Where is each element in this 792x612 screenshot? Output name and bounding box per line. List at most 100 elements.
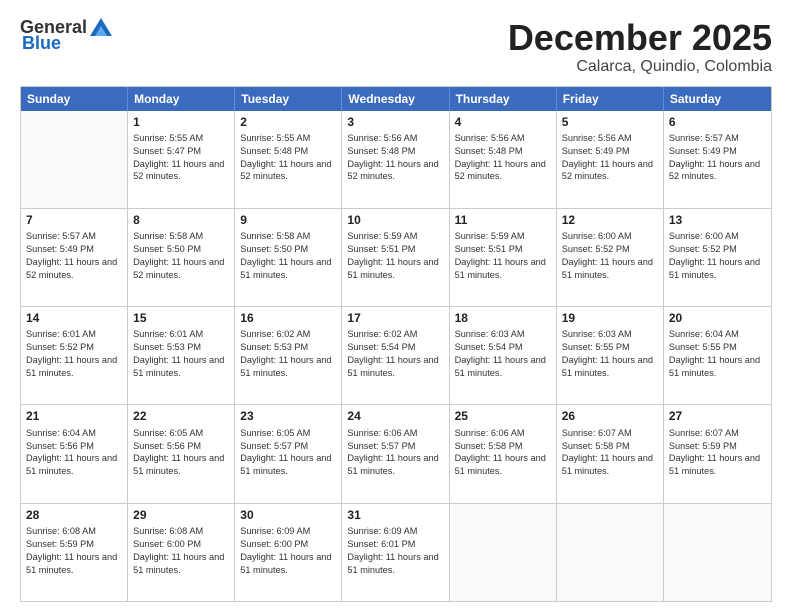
logo-blue: Blue <box>22 34 61 54</box>
day-number: 21 <box>26 408 122 424</box>
calendar: Sunday Monday Tuesday Wednesday Thursday… <box>20 86 772 602</box>
cell-info: Sunrise: 6:05 AM Sunset: 5:56 PM Dayligh… <box>133 427 229 479</box>
day-number: 1 <box>133 114 229 130</box>
day-number: 8 <box>133 212 229 228</box>
cell-info: Sunrise: 5:57 AM Sunset: 5:49 PM Dayligh… <box>669 132 766 184</box>
day-number: 15 <box>133 310 229 326</box>
header-friday: Friday <box>557 87 664 111</box>
day-number: 30 <box>240 507 336 523</box>
day-number: 3 <box>347 114 443 130</box>
day-number: 26 <box>562 408 658 424</box>
cell-info: Sunrise: 6:04 AM Sunset: 5:55 PM Dayligh… <box>669 328 766 380</box>
day-number: 9 <box>240 212 336 228</box>
month-title: December 2025 <box>508 18 772 58</box>
day-number: 11 <box>455 212 551 228</box>
calendar-cell: 26Sunrise: 6:07 AM Sunset: 5:58 PM Dayli… <box>557 405 664 502</box>
calendar-cell: 9Sunrise: 5:58 AM Sunset: 5:50 PM Daylig… <box>235 209 342 306</box>
cell-info: Sunrise: 5:59 AM Sunset: 5:51 PM Dayligh… <box>347 230 443 282</box>
calendar-cell: 30Sunrise: 6:09 AM Sunset: 6:00 PM Dayli… <box>235 504 342 601</box>
calendar-cell: 25 Sunrise: 6:06 AM Sunset: 5:58 PM Dayli… <box>450 405 557 502</box>
cell-info: Sunrise: 6:07 AM Sunset: 5:59 PM Dayligh… <box>669 427 766 479</box>
calendar-cell: 31Sunrise: 6:09 AM Sunset: 6:01 PM Dayli… <box>342 504 449 601</box>
calendar-week-1: 1 Sunrise: 5:55 AM Sunset: 5:47 PM Daylig… <box>21 111 771 208</box>
calendar-cell: 17Sunrise: 6:02 AM Sunset: 5:54 PM Dayli… <box>342 307 449 404</box>
day-number: 29 <box>133 507 229 523</box>
cell-info: Sunrise: 6:06 AM Sunset: 5:57 PM Dayligh… <box>347 427 443 479</box>
cell-info: Sunrise: 6:03 AM Sunset: 5:55 PM Dayligh… <box>562 328 658 380</box>
cell-info: Sunrise: 5:58 AM Sunset: 5:50 PM Dayligh… <box>133 230 229 282</box>
calendar-body: 1 Sunrise: 5:55 AM Sunset: 5:47 PM Daylig… <box>21 111 771 601</box>
title-block: December 2025 Calarca, Quindio, Colombia <box>508 18 772 76</box>
cell-info: Sunrise: 6:01 AM Sunset: 5:53 PM Dayligh… <box>133 328 229 380</box>
calendar-cell: 5 Sunrise: 5:56 AM Sunset: 5:49 PM Daylig… <box>557 111 664 208</box>
header-monday: Monday <box>128 87 235 111</box>
header-saturday: Saturday <box>664 87 771 111</box>
calendar-cell: 27 Sunrise: 6:07 AM Sunset: 5:59 PM Dayli… <box>664 405 771 502</box>
cell-info: Sunrise: 6:01 AM Sunset: 5:52 PM Dayligh… <box>26 328 122 380</box>
logo-icon <box>90 18 112 36</box>
day-number: 31 <box>347 507 443 523</box>
day-number: 19 <box>562 310 658 326</box>
cell-info: Sunrise: 5:57 AM Sunset: 5:49 PM Dayligh… <box>26 230 122 282</box>
day-number: 28 <box>26 507 122 523</box>
calendar-cell: 23 Sunrise: 6:05 AM Sunset: 5:57 PM Dayli… <box>235 405 342 502</box>
cell-info: Sunrise: 6:00 AM Sunset: 5:52 PM Dayligh… <box>562 230 658 282</box>
day-number: 16 <box>240 310 336 326</box>
day-number: 17 <box>347 310 443 326</box>
calendar-cell: 14 Sunrise: 6:01 AM Sunset: 5:52 PM Dayli… <box>21 307 128 404</box>
header-tuesday: Tuesday <box>235 87 342 111</box>
day-number: 27 <box>669 408 766 424</box>
calendar-cell: 24Sunrise: 6:06 AM Sunset: 5:57 PM Dayli… <box>342 405 449 502</box>
day-number: 10 <box>347 212 443 228</box>
calendar-cell: 28 Sunrise: 6:08 AM Sunset: 5:59 PM Dayli… <box>21 504 128 601</box>
calendar-cell <box>450 504 557 601</box>
calendar-cell: 11 Sunrise: 5:59 AM Sunset: 5:51 PM Dayli… <box>450 209 557 306</box>
calendar-cell: 21 Sunrise: 6:04 AM Sunset: 5:56 PM Dayli… <box>21 405 128 502</box>
cell-info: Sunrise: 6:00 AM Sunset: 5:52 PM Dayligh… <box>669 230 766 282</box>
day-number: 7 <box>26 212 122 228</box>
cell-info: Sunrise: 6:03 AM Sunset: 5:54 PM Dayligh… <box>455 328 551 380</box>
cell-info: Sunrise: 5:56 AM Sunset: 5:48 PM Dayligh… <box>455 132 551 184</box>
cell-info: Sunrise: 5:56 AM Sunset: 5:49 PM Dayligh… <box>562 132 658 184</box>
day-number: 14 <box>26 310 122 326</box>
day-number: 25 <box>455 408 551 424</box>
day-number: 2 <box>240 114 336 130</box>
calendar-week-2: 7 Sunrise: 5:57 AM Sunset: 5:49 PM Daylig… <box>21 208 771 306</box>
calendar-cell: 16 Sunrise: 6:02 AM Sunset: 5:53 PM Dayli… <box>235 307 342 404</box>
calendar-cell: 7 Sunrise: 5:57 AM Sunset: 5:49 PM Daylig… <box>21 209 128 306</box>
calendar-cell <box>664 504 771 601</box>
header-thursday: Thursday <box>450 87 557 111</box>
calendar-cell: 15 Sunrise: 6:01 AM Sunset: 5:53 PM Dayli… <box>128 307 235 404</box>
cell-info: Sunrise: 6:08 AM Sunset: 6:00 PM Dayligh… <box>133 525 229 577</box>
page: General Blue December 2025 Calarca, Quin… <box>0 0 792 612</box>
calendar-week-5: 28 Sunrise: 6:08 AM Sunset: 5:59 PM Dayli… <box>21 503 771 601</box>
cell-info: Sunrise: 5:56 AM Sunset: 5:48 PM Dayligh… <box>347 132 443 184</box>
calendar-cell <box>21 111 128 208</box>
calendar-cell: 22Sunrise: 6:05 AM Sunset: 5:56 PM Dayli… <box>128 405 235 502</box>
cell-info: Sunrise: 5:55 AM Sunset: 5:47 PM Dayligh… <box>133 132 229 184</box>
calendar-cell: 20Sunrise: 6:04 AM Sunset: 5:55 PM Dayli… <box>664 307 771 404</box>
day-number: 5 <box>562 114 658 130</box>
calendar-cell: 6Sunrise: 5:57 AM Sunset: 5:49 PM Daylig… <box>664 111 771 208</box>
calendar-cell: 8 Sunrise: 5:58 AM Sunset: 5:50 PM Daylig… <box>128 209 235 306</box>
cell-info: Sunrise: 6:02 AM Sunset: 5:53 PM Dayligh… <box>240 328 336 380</box>
day-number: 18 <box>455 310 551 326</box>
cell-info: Sunrise: 6:05 AM Sunset: 5:57 PM Dayligh… <box>240 427 336 479</box>
calendar-cell: 18 Sunrise: 6:03 AM Sunset: 5:54 PM Dayli… <box>450 307 557 404</box>
header: General Blue December 2025 Calarca, Quin… <box>20 18 772 76</box>
day-number: 12 <box>562 212 658 228</box>
logo: General Blue <box>20 18 112 54</box>
calendar-cell: 4Sunrise: 5:56 AM Sunset: 5:48 PM Daylig… <box>450 111 557 208</box>
cell-info: Sunrise: 6:04 AM Sunset: 5:56 PM Dayligh… <box>26 427 122 479</box>
cell-info: Sunrise: 5:59 AM Sunset: 5:51 PM Dayligh… <box>455 230 551 282</box>
location: Calarca, Quindio, Colombia <box>508 58 772 76</box>
calendar-cell: 29 Sunrise: 6:08 AM Sunset: 6:00 PM Dayli… <box>128 504 235 601</box>
day-number: 23 <box>240 408 336 424</box>
cell-info: Sunrise: 6:08 AM Sunset: 5:59 PM Dayligh… <box>26 525 122 577</box>
cell-info: Sunrise: 6:06 AM Sunset: 5:58 PM Dayligh… <box>455 427 551 479</box>
calendar-week-4: 21 Sunrise: 6:04 AM Sunset: 5:56 PM Dayli… <box>21 404 771 502</box>
calendar-cell: 13 Sunrise: 6:00 AM Sunset: 5:52 PM Dayli… <box>664 209 771 306</box>
calendar-header-row: Sunday Monday Tuesday Wednesday Thursday… <box>21 87 771 111</box>
calendar-cell <box>557 504 664 601</box>
day-number: 13 <box>669 212 766 228</box>
